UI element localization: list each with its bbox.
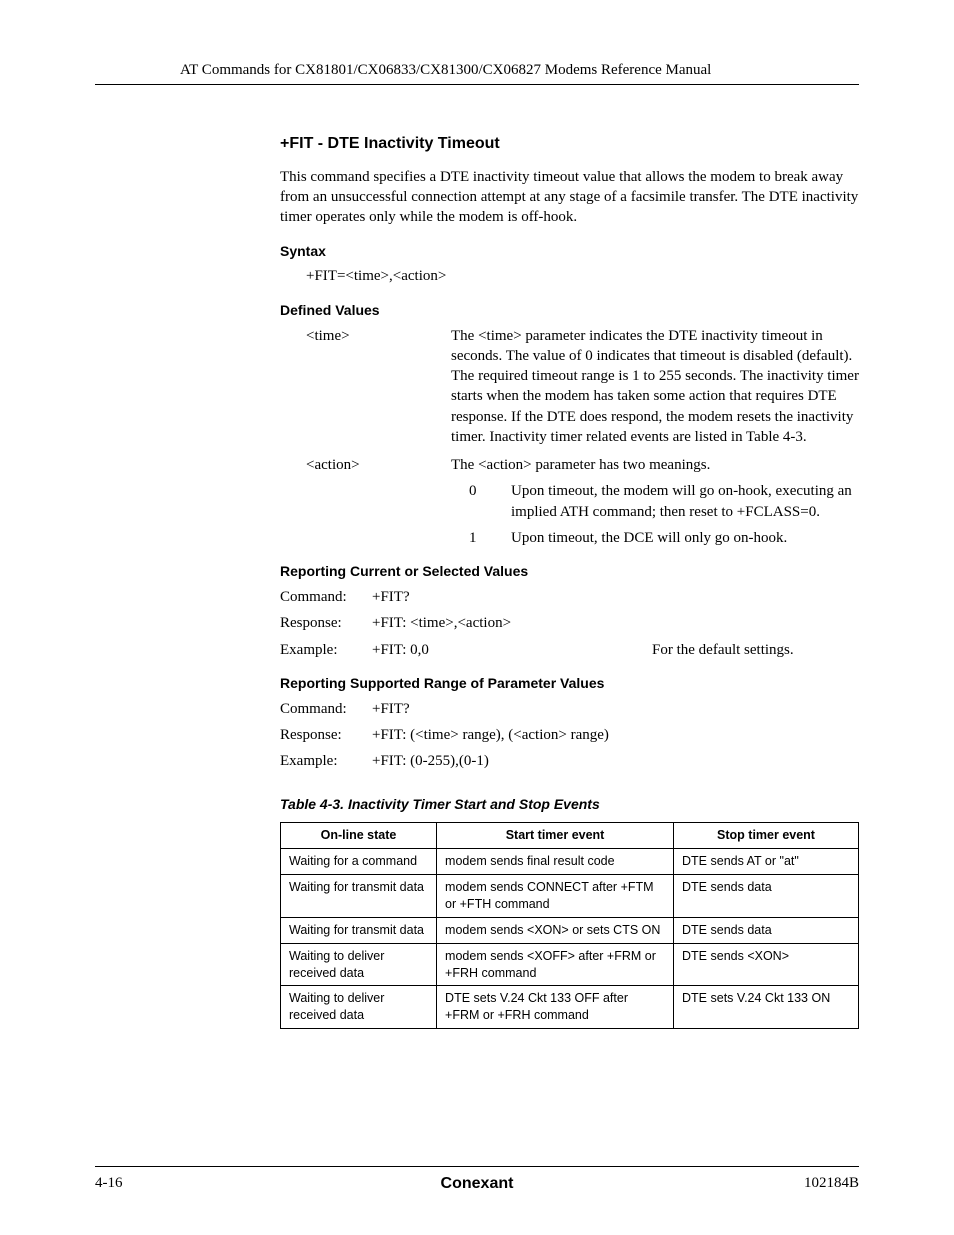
- table-cell: DTE sends data: [674, 917, 859, 943]
- table-row: Waiting for transmit data modem sends <X…: [281, 917, 859, 943]
- def-time-term: <time>: [306, 326, 451, 448]
- table-cell: DTE sends AT or "at": [674, 849, 859, 875]
- def-action-1-row: 1 Upon timeout, the DCE will only go on-…: [451, 528, 859, 548]
- inactivity-table: On-line state Start timer event Stop tim…: [280, 822, 859, 1029]
- header-rule: [95, 84, 859, 85]
- footer-page-number: 4-16: [95, 1173, 123, 1193]
- rr-command-row: Command: +FIT?: [280, 699, 859, 719]
- table-cell: Waiting for transmit data: [281, 917, 437, 943]
- table-row: Waiting to deliver received data modem s…: [281, 943, 859, 986]
- def-action-1-val: Upon timeout, the DCE will only go on-ho…: [511, 528, 859, 548]
- rr-response-val: +FIT: (<time> range), (<action> range): [372, 725, 652, 745]
- def-action-0-row: 0 Upon timeout, the modem will go on-hoo…: [451, 481, 859, 522]
- page-content: +FIT - DTE Inactivity Timeout This comma…: [95, 133, 859, 1029]
- th-start-timer-event: Start timer event: [437, 823, 674, 849]
- table-cell: DTE sends <XON>: [674, 943, 859, 986]
- table-row: Waiting for transmit data modem sends CO…: [281, 875, 859, 918]
- th-stop-timer-event: Stop timer event: [674, 823, 859, 849]
- table-caption: Table 4-3. Inactivity Timer Start and St…: [280, 795, 859, 814]
- table-cell: Waiting to deliver received data: [281, 986, 437, 1029]
- rc-example-val: +FIT: 0,0: [372, 640, 652, 660]
- rc-response-row: Response: +FIT: <time>,<action>: [280, 613, 859, 633]
- table-cell: DTE sets V.24 Ckt 133 OFF after +FRM or …: [437, 986, 674, 1029]
- rr-response-label: Response:: [280, 725, 372, 745]
- table-cell: Waiting to deliver received data: [281, 943, 437, 986]
- th-online-state: On-line state: [281, 823, 437, 849]
- table-cell: modem sends final result code: [437, 849, 674, 875]
- report-range-block: Command: +FIT? Response: +FIT: (<time> r…: [280, 699, 859, 772]
- page-footer: 4-16 Conexant 102184B: [95, 1166, 859, 1193]
- syntax-heading: Syntax: [280, 242, 859, 261]
- def-action-1-key: 1: [451, 528, 511, 548]
- def-action-desc: The <action> parameter has two meanings.…: [451, 455, 859, 548]
- report-range-heading: Reporting Supported Range of Parameter V…: [280, 674, 859, 693]
- rr-command-label: Command:: [280, 699, 372, 719]
- rr-example-row: Example: +FIT: (0-255),(0-1): [280, 751, 859, 771]
- rr-example-val: +FIT: (0-255),(0-1): [372, 751, 652, 771]
- def-action-0-val: Upon timeout, the modem will go on-hook,…: [511, 481, 859, 522]
- table-cell: modem sends <XON> or sets CTS ON: [437, 917, 674, 943]
- table-cell: DTE sends data: [674, 875, 859, 918]
- report-current-block: Command: +FIT? Response: +FIT: <time>,<a…: [280, 587, 859, 660]
- def-action-row: <action> The <action> parameter has two …: [306, 455, 859, 548]
- table-cell: DTE sets V.24 Ckt 133 ON: [674, 986, 859, 1029]
- table-cell: modem sends CONNECT after +FTM or +FTH c…: [437, 875, 674, 918]
- rc-example-label: Example:: [280, 640, 372, 660]
- report-current-heading: Reporting Current or Selected Values: [280, 562, 859, 581]
- table-head-row: On-line state Start timer event Stop tim…: [281, 823, 859, 849]
- footer-brand: Conexant: [441, 1173, 514, 1195]
- table-cell: modem sends <XOFF> after +FRM or +FRH co…: [437, 943, 674, 986]
- table-cell: Waiting for a command: [281, 849, 437, 875]
- def-action-term: <action>: [306, 455, 451, 548]
- defined-values-block: <time> The <time> parameter indicates th…: [280, 326, 859, 549]
- def-action-0-key: 0: [451, 481, 511, 522]
- running-header: AT Commands for CX81801/CX06833/CX81300/…: [95, 60, 859, 80]
- rr-command-val: +FIT?: [372, 699, 652, 719]
- footer-doc-id: 102184B: [804, 1173, 859, 1193]
- rc-command-val: +FIT?: [372, 587, 652, 607]
- section-title: +FIT - DTE Inactivity Timeout: [280, 133, 859, 155]
- rc-command-row: Command: +FIT?: [280, 587, 859, 607]
- table-row: Waiting to deliver received data DTE set…: [281, 986, 859, 1029]
- rr-response-row: Response: +FIT: (<time> range), (<action…: [280, 725, 859, 745]
- section-intro: This command specifies a DTE inactivity …: [280, 167, 859, 228]
- rc-example-row: Example: +FIT: 0,0 For the default setti…: [280, 640, 859, 660]
- rc-example-note: For the default settings.: [652, 640, 859, 660]
- rc-response-label: Response:: [280, 613, 372, 633]
- syntax-text: +FIT=<time>,<action>: [280, 266, 859, 286]
- table-cell: Waiting for transmit data: [281, 875, 437, 918]
- def-time-desc: The <time> parameter indicates the DTE i…: [451, 326, 859, 448]
- rc-response-val: +FIT: <time>,<action>: [372, 613, 652, 633]
- def-time-row: <time> The <time> parameter indicates th…: [306, 326, 859, 448]
- table-row: Waiting for a command modem sends final …: [281, 849, 859, 875]
- rr-example-label: Example:: [280, 751, 372, 771]
- rc-command-label: Command:: [280, 587, 372, 607]
- page: AT Commands for CX81801/CX06833/CX81300/…: [0, 0, 954, 1235]
- defined-values-heading: Defined Values: [280, 301, 859, 320]
- def-action-text: The <action> parameter has two meanings.: [451, 455, 859, 475]
